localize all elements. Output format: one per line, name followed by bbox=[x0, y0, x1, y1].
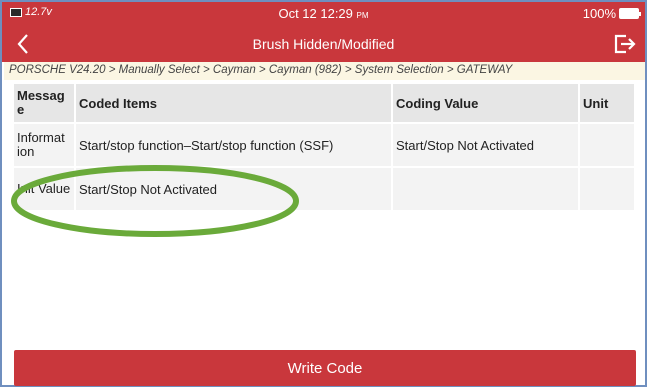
header-unit: Unit bbox=[580, 84, 636, 124]
status-time: Oct 12 12:29 PM bbox=[2, 6, 645, 21]
breadcrumb: PORSCHE V24.20 > Manually Select > Cayma… bbox=[4, 62, 645, 80]
write-code-button[interactable]: Write Code bbox=[14, 350, 636, 386]
status-bar: 12.7v Oct 12 12:29 PM 100% bbox=[2, 2, 645, 26]
header-message: Messag e bbox=[14, 84, 76, 124]
table-row[interactable]: Init Value Start/Stop Not Activated bbox=[14, 168, 636, 212]
row-coding-value: Start/Stop Not Activated bbox=[393, 124, 580, 168]
exit-icon bbox=[614, 34, 636, 54]
app-frame: 12.7v Oct 12 12:29 PM 100% Brush Hidden/… bbox=[0, 0, 647, 387]
row-message: Init Value bbox=[14, 168, 76, 212]
row-unit bbox=[580, 124, 636, 168]
exit-button[interactable] bbox=[611, 31, 639, 57]
page-title: Brush Hidden/Modified bbox=[252, 36, 395, 52]
status-right: 100% bbox=[582, 6, 641, 21]
row-coded-item: Start/Stop Not Activated bbox=[76, 168, 393, 212]
table-row[interactable]: Informat ion Start/stop function–Start/s… bbox=[14, 124, 636, 168]
row-message: Informat ion bbox=[14, 124, 76, 168]
ampm-text: PM bbox=[356, 11, 369, 20]
row-unit bbox=[580, 168, 636, 212]
title-bar: Brush Hidden/Modified bbox=[2, 26, 645, 62]
row-coding-value bbox=[393, 168, 580, 212]
table-header-row: Messag e Coded Items Coding Value Unit bbox=[14, 84, 636, 124]
battery-text: 100% bbox=[582, 6, 616, 21]
header-coding-value: Coding Value bbox=[393, 84, 580, 124]
battery-icon bbox=[619, 8, 641, 19]
time-text: Oct 12 12:29 bbox=[278, 6, 353, 21]
row-coded-item: Start/stop function–Start/stop function … bbox=[76, 124, 393, 168]
coding-table: Messag e Coded Items Coding Value Unit I… bbox=[14, 84, 636, 212]
header-coded-items: Coded Items bbox=[76, 84, 393, 124]
